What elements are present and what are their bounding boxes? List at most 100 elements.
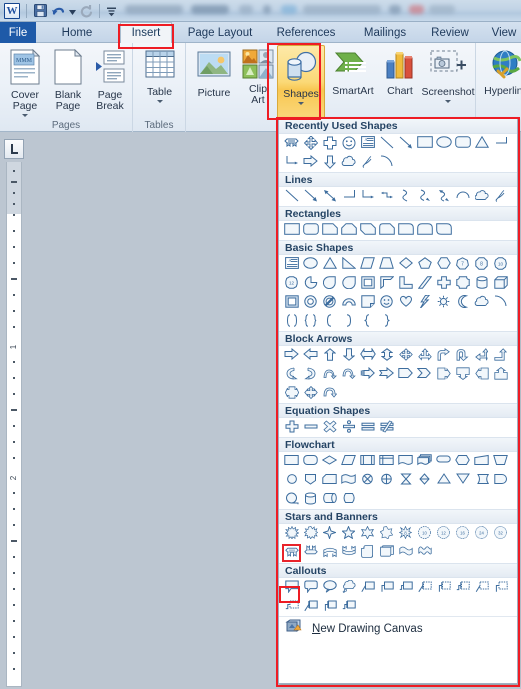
shape-left-right-up-arrow[interactable]: [415, 347, 434, 364]
shape-octagon[interactable]: 8: [472, 256, 491, 273]
shape-line-callout-1-accent-bar[interactable]: [415, 579, 434, 596]
shape-bracket-pair-1[interactable]: [320, 313, 339, 330]
shape-flowchart-stored-data[interactable]: [472, 472, 491, 489]
shape-oval-callout[interactable]: [320, 579, 339, 596]
shape-folded-corner[interactable]: [358, 294, 377, 311]
shape-brace-pair-1[interactable]: [358, 313, 377, 330]
shape-quad-arrow[interactable]: [396, 347, 415, 364]
word-logo-icon[interactable]: W: [4, 2, 20, 19]
shape-flowchart-merge[interactable]: [453, 472, 472, 489]
shape-heptagon[interactable]: 7: [453, 256, 472, 273]
shape-freeform[interactable]: [472, 188, 491, 205]
shape-star-5-point[interactable]: [339, 525, 358, 542]
shape-oval[interactable]: [434, 135, 453, 152]
shape-donut[interactable]: [301, 294, 320, 311]
shape-isosceles-triangle[interactable]: [320, 256, 339, 273]
shape-flowchart-manual-input[interactable]: [472, 453, 491, 470]
shape-line-callout-2-border-and-accent-bar[interactable]: [320, 598, 339, 615]
tab-review[interactable]: Review: [424, 22, 476, 43]
shape-flowchart-data[interactable]: [339, 453, 358, 470]
shape-ribbon-tilted-up[interactable]: [282, 544, 301, 562]
shape-flowchart-manual-operation[interactable]: [491, 453, 510, 470]
shape-heart[interactable]: [396, 294, 415, 311]
shape-rectangle[interactable]: [282, 222, 301, 239]
shape-star-8-point[interactable]: 8: [396, 525, 415, 542]
shape-scribble[interactable]: [491, 188, 510, 205]
shape-smiley-face[interactable]: [377, 294, 396, 311]
shape-snip-single-corner-rectangle[interactable]: [320, 222, 339, 239]
shape-plaque[interactable]: [453, 275, 472, 292]
shape-line-arrow[interactable]: [396, 135, 415, 152]
tab-file[interactable]: File: [0, 22, 36, 43]
shape-left-arrow-callout[interactable]: [472, 366, 491, 383]
shape-diagonal-stripe[interactable]: [415, 275, 434, 292]
shape-notched-right-arrow[interactable]: [377, 366, 396, 383]
shape-double-wave[interactable]: [415, 544, 434, 561]
undo-icon[interactable]: [51, 4, 66, 18]
shape-snip-and-round-single-corner-rectangle[interactable]: [377, 222, 396, 239]
page-break-button[interactable]: Page Break: [90, 49, 130, 112]
shape-line-callout-3-no-border[interactable]: [282, 598, 301, 615]
shape-curved-arrow-connector[interactable]: [415, 188, 434, 205]
shape-vertical-scroll[interactable]: [358, 544, 377, 561]
shape-flowchart-collate[interactable]: [396, 472, 415, 489]
shape-curved-right-arrow[interactable]: [282, 366, 301, 383]
shape-flowchart-off-page-connector[interactable]: [301, 472, 320, 489]
shape-round-same-side-corner-rectangle[interactable]: [415, 222, 434, 239]
shape-left-bracket[interactable]: [282, 313, 301, 330]
shape-flowchart-magnetic-disk[interactable]: [301, 491, 320, 508]
shape-up-arrow-callout[interactable]: [491, 366, 510, 383]
shape-equal-sign[interactable]: [358, 419, 377, 436]
shape-ribbon-tilted-up[interactable]: [282, 135, 301, 152]
vertical-ruler[interactable]: 1 2: [6, 162, 22, 687]
shape-curved-left-arrow[interactable]: [301, 366, 320, 383]
shape-star-6-point[interactable]: [358, 525, 377, 542]
shape-hexagon[interactable]: [434, 256, 453, 273]
shape-u-turn-arrow[interactable]: [453, 347, 472, 364]
shape-not-equal-sign[interactable]: [377, 419, 396, 436]
shape-flowchart-display[interactable]: [339, 491, 358, 508]
shape-sun[interactable]: [434, 294, 453, 311]
shape-explosion-2[interactable]: [301, 525, 320, 542]
shape-left-brace[interactable]: [301, 313, 320, 330]
shape-down-arrow[interactable]: [320, 154, 339, 171]
shape-lightning-bolt[interactable]: [415, 294, 434, 311]
shape-bracket-pair-2[interactable]: [339, 313, 358, 330]
new-drawing-canvas-item[interactable]: New Drawing Canvas: [279, 616, 517, 641]
shape-curved-double-arrow-connector[interactable]: [434, 188, 453, 205]
shape-explosion-1[interactable]: [282, 525, 301, 542]
shape-frame-oval[interactable]: [339, 275, 358, 292]
shape-curved-up-arrow[interactable]: [320, 366, 339, 383]
shape-flowchart-connector[interactable]: [282, 472, 301, 489]
shape-flowchart-direct-access-storage[interactable]: [320, 491, 339, 508]
save-icon[interactable]: [33, 3, 48, 18]
shape-elbow-arrow-connector[interactable]: [282, 154, 301, 171]
shape-wave[interactable]: [396, 544, 415, 561]
shape-scribble[interactable]: [358, 154, 377, 171]
shape-star-24-point[interactable]: 24: [472, 525, 491, 542]
shape-teardrop[interactable]: [320, 275, 339, 292]
shape-up-arrow[interactable]: [320, 347, 339, 364]
tab-home[interactable]: Home: [50, 22, 104, 43]
shape-cross[interactable]: [434, 275, 453, 292]
tab-references[interactable]: References: [270, 22, 342, 43]
shape-right-arrow-callout[interactable]: [434, 366, 453, 383]
shape-curved-up-ribbon[interactable]: [320, 544, 339, 561]
shape-oval[interactable]: [301, 256, 320, 273]
shape-arc[interactable]: [377, 154, 396, 171]
shape-line-callout-3-accent-bar[interactable]: [453, 579, 472, 596]
shape-chevron[interactable]: [415, 366, 434, 383]
shape-line[interactable]: [377, 135, 396, 152]
tab-page-layout[interactable]: Page Layout: [182, 22, 258, 43]
shape-bent-arrow[interactable]: [434, 347, 453, 364]
shape-arc[interactable]: [491, 294, 510, 311]
shape-right-arrow[interactable]: [282, 347, 301, 364]
shape-ribbon-tilted-down[interactable]: [301, 544, 320, 561]
shape-curved-down-ribbon[interactable]: [339, 544, 358, 561]
shape-down-arrow-callout[interactable]: [453, 366, 472, 383]
shape-flowchart-document[interactable]: [396, 453, 415, 470]
shape-snip-diagonal-corner-rectangle[interactable]: [358, 222, 377, 239]
shape-line-callout-3-border-and-accent-bar[interactable]: [339, 598, 358, 615]
shape-curved-connector[interactable]: [396, 188, 415, 205]
shape-elbow-double-arrow-connector[interactable]: [377, 188, 396, 205]
